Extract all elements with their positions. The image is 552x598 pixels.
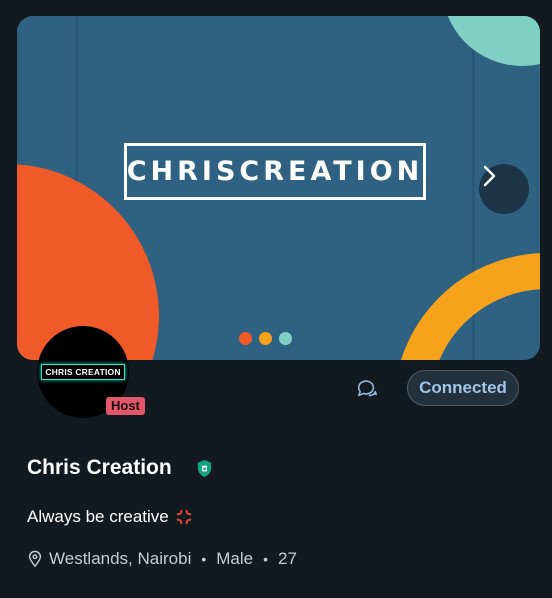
avatar-logo-text: CHRIS CREATION	[41, 364, 125, 380]
cover-banner[interactable]: CHRISCREATION	[17, 16, 540, 360]
profile-bio: Always be creative	[27, 507, 193, 527]
banner-logo: CHRISCREATION	[124, 143, 426, 200]
profile-card: CHRISCREATION CHRIS CREATION Host Connec…	[0, 0, 552, 598]
location-text: Westlands, Nairobi	[49, 549, 192, 568]
slide-dot-1[interactable]	[239, 332, 252, 345]
anger-symbol-icon	[176, 509, 192, 525]
banner-logo-text: CHRISCREATION	[126, 156, 424, 187]
age-text: 27	[278, 549, 297, 568]
slide-dot-2[interactable]	[259, 332, 272, 345]
chat-bubbles-icon[interactable]	[356, 377, 378, 399]
slide-indicator	[239, 332, 292, 345]
separator: •	[263, 551, 269, 567]
separator: •	[201, 551, 207, 567]
next-slide-button[interactable]	[479, 164, 529, 214]
location-pin-icon	[28, 550, 42, 568]
bio-text: Always be creative	[27, 507, 169, 526]
profile-meta: Westlands, Nairobi • Male • 27	[26, 549, 297, 569]
chevron-right-icon	[483, 165, 496, 187]
host-badge: Host	[106, 397, 145, 415]
connected-button[interactable]: Connected	[407, 370, 519, 406]
verified-shield-icon	[197, 459, 212, 478]
slide-dot-3[interactable]	[279, 332, 292, 345]
gender-text: Male	[216, 549, 254, 568]
profile-name: Chris Creation	[27, 456, 172, 479]
